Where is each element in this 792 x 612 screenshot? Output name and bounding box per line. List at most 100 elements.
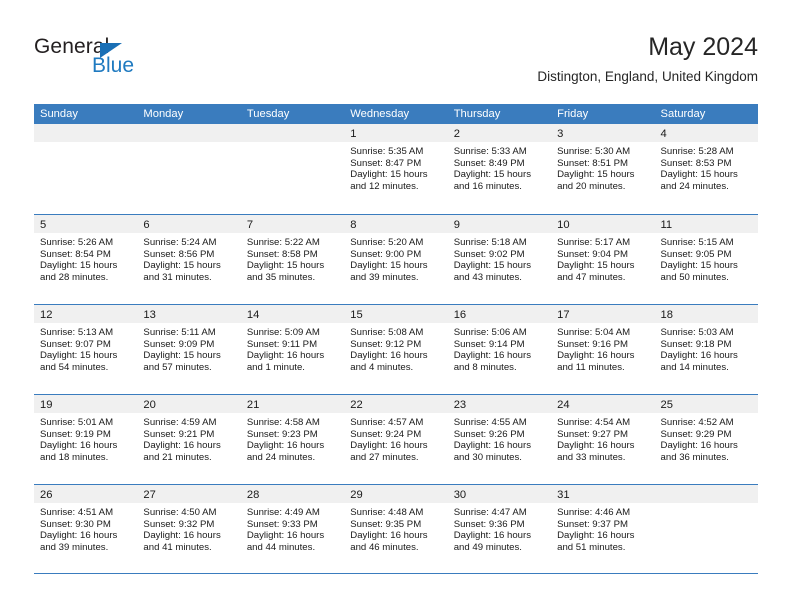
day-detail-block: Sunrise: 5:17 AM Sunset: 9:04 PM Daylight:… (551, 233, 654, 283)
weekday-header-thursday: Thursday (453, 108, 501, 120)
day-number-bar (240, 124, 345, 142)
day-number-bar: 2 (447, 124, 552, 142)
day-number-bar: 9 (447, 215, 552, 233)
day-detail-block: Sunrise: 4:55 AM Sunset: 9:26 PM Daylight:… (448, 413, 551, 463)
day-cell[interactable]: 30 Sunrise: 4:47 AM Sunset: 9:36 PM Dayligh… (447, 485, 552, 573)
day-cell[interactable]: 24 Sunrise: 4:54 AM Sunset: 9:27 PM Dayligh… (551, 395, 655, 484)
day-detail-line: Sunset: 9:27 PM (557, 428, 629, 440)
day-detail-line: Daylight: 15 hours (557, 260, 635, 272)
day-detail-line: Sunset: 9:35 PM (350, 518, 422, 530)
day-detail-line: Sunrise: 5:17 AM (557, 237, 631, 248)
day-detail-line: Sunset: 9:19 PM (40, 428, 111, 440)
day-detail-line: Daylight: 16 hours (40, 440, 118, 452)
day-detail-line: Sunrise: 4:49 AM (246, 507, 320, 518)
day-number-bar: 13 (137, 305, 241, 323)
day-cell[interactable]: 16 Sunrise: 5:06 AM Sunset: 9:14 PM Dayligh… (447, 305, 552, 394)
day-detail-line: Sunrise: 5:24 AM (143, 237, 217, 248)
day-detail-line: and 12 minutes. (350, 180, 419, 192)
weekday-header-monday: Monday (143, 108, 184, 120)
day-cell[interactable]: 20 Sunrise: 4:59 AM Sunset: 9:21 PM Dayligh… (137, 395, 241, 484)
day-cell[interactable]: 2 Sunrise: 5:33 AM Sunset: 8:49 PM Daylight… (447, 124, 552, 214)
day-detail-line: Sunset: 9:32 PM (143, 518, 215, 530)
day-cell[interactable]: 11 Sunrise: 5:15 AM Sunset: 9:05 PM Dayligh… (654, 215, 758, 304)
day-detail-block: Sunrise: 5:22 AM Sunset: 8:58 PM Daylight:… (241, 233, 344, 283)
day-number: 15 (350, 309, 363, 321)
day-number: 19 (40, 399, 53, 411)
day-detail-line: Sunrise: 4:55 AM (453, 417, 527, 428)
day-cell[interactable]: 18 Sunrise: 5:03 AM Sunset: 9:18 PM Dayligh… (654, 305, 758, 394)
day-cell[interactable]: 6 Sunrise: 5:24 AM Sunset: 8:56 PM Daylight… (137, 215, 241, 304)
day-detail-block: Sunrise: 4:57 AM Sunset: 9:24 PM Daylight:… (344, 413, 447, 463)
day-cell[interactable]: 5 Sunrise: 5:26 AM Sunset: 8:54 PM Daylight… (34, 215, 138, 304)
day-number-bar: 19 (34, 395, 138, 413)
day-cell[interactable]: 12 Sunrise: 5:13 AM Sunset: 9:07 PM Dayligh… (34, 305, 138, 394)
day-detail-line: and 21 minutes. (143, 451, 212, 463)
day-cell[interactable]: 1 Sunrise: 5:35 AM Sunset: 8:47 PM Daylight… (344, 124, 448, 214)
day-number: 18 (660, 309, 673, 321)
day-detail-line: Sunset: 8:56 PM (143, 248, 215, 260)
day-cell[interactable]: 27 Sunrise: 4:50 AM Sunset: 9:32 PM Dayligh… (137, 485, 241, 573)
day-cell[interactable]: 21 Sunrise: 4:58 AM Sunset: 9:23 PM Dayligh… (240, 395, 345, 484)
day-detail-line: and 46 minutes. (350, 541, 419, 553)
weeks-container: 1 Sunrise: 5:35 AM Sunset: 8:47 PM Daylight… (34, 124, 758, 574)
brand-logo[interactable]: General Blue (34, 32, 294, 88)
day-cell[interactable]: 26 Sunrise: 4:51 AM Sunset: 9:30 PM Dayligh… (34, 485, 138, 573)
day-cell[interactable]: 28 Sunrise: 4:49 AM Sunset: 9:33 PM Dayligh… (240, 485, 345, 573)
day-cell[interactable]: 8 Sunrise: 5:20 AM Sunset: 9:00 PM Daylight… (344, 215, 448, 304)
day-detail-line: Sunset: 8:51 PM (557, 157, 629, 169)
day-number-bar (654, 485, 758, 503)
day-number: 20 (143, 399, 156, 411)
day-detail-line: Sunrise: 4:58 AM (246, 417, 320, 428)
day-number: 7 (246, 219, 254, 231)
day-detail-line: Daylight: 16 hours (246, 530, 325, 542)
day-detail-line: Daylight: 16 hours (453, 440, 532, 452)
day-cell[interactable]: 10 Sunrise: 5:17 AM Sunset: 9:04 PM Dayligh… (551, 215, 655, 304)
day-cell[interactable]: 9 Sunrise: 5:18 AM Sunset: 9:02 PM Daylight… (447, 215, 552, 304)
day-detail-line: and 11 minutes. (557, 361, 625, 373)
day-detail-line: Sunrise: 5:33 AM (453, 146, 527, 157)
day-cell[interactable]: 22 Sunrise: 4:57 AM Sunset: 9:24 PM Dayligh… (344, 395, 448, 484)
week-row: 19 Sunrise: 5:01 AM Sunset: 9:19 PM Dayligh… (34, 394, 758, 484)
day-detail-line: Daylight: 16 hours (350, 530, 428, 542)
day-number: 28 (246, 489, 260, 501)
day-cell[interactable]: 23 Sunrise: 4:55 AM Sunset: 9:26 PM Dayligh… (447, 395, 552, 484)
day-detail-block: Sunrise: 5:33 AM Sunset: 8:49 PM Daylight:… (448, 142, 551, 192)
day-detail-line: Sunrise: 5:06 AM (453, 327, 527, 338)
day-detail-line: Daylight: 16 hours (557, 350, 635, 362)
day-cell[interactable]: 14 Sunrise: 5:09 AM Sunset: 9:11 PM Dayligh… (240, 305, 345, 394)
day-detail-line: Daylight: 16 hours (143, 440, 221, 452)
day-detail-line: and 30 minutes. (453, 451, 522, 463)
weekday-header-row: Sunday Monday Tuesday Wednesday Thursday Frid… (34, 104, 758, 124)
day-cell[interactable]: 29 Sunrise: 4:48 AM Sunset: 9:35 PM Dayligh… (344, 485, 448, 573)
day-detail-line: Daylight: 15 hours (557, 169, 635, 181)
day-detail-line: Daylight: 15 hours (40, 260, 118, 272)
day-number-bar: 6 (137, 215, 241, 233)
day-detail-line: Sunrise: 5:28 AM (660, 146, 734, 157)
day-number-bar: 17 (551, 305, 655, 323)
day-detail-line: Sunrise: 4:59 AM (143, 417, 217, 428)
day-detail-line: and 49 minutes. (453, 541, 522, 553)
day-number-bar: 30 (447, 485, 552, 503)
day-cell[interactable]: 31 Sunrise: 4:46 AM Sunset: 9:37 PM Dayligh… (551, 485, 655, 573)
day-number: 1 (350, 128, 357, 140)
day-cell[interactable]: 19 Sunrise: 5:01 AM Sunset: 9:19 PM Dayligh… (34, 395, 138, 484)
day-detail-line: Sunset: 9:18 PM (660, 338, 732, 350)
day-cell[interactable]: 15 Sunrise: 5:08 AM Sunset: 9:12 PM Dayligh… (344, 305, 448, 394)
day-detail-line: and 33 minutes. (557, 451, 626, 463)
day-cell[interactable]: 3 Sunrise: 5:30 AM Sunset: 8:51 PM Daylight… (551, 124, 655, 214)
day-detail-block: Sunrise: 5:06 AM Sunset: 9:14 PM Daylight:… (448, 323, 551, 373)
day-cell[interactable]: 4 Sunrise: 5:28 AM Sunset: 8:53 PM Daylight… (654, 124, 758, 214)
day-detail-line: Sunset: 8:53 PM (660, 157, 732, 169)
day-cell[interactable]: 13 Sunrise: 5:11 AM Sunset: 9:09 PM Dayligh… (137, 305, 241, 394)
day-cell[interactable]: 7 Sunrise: 5:22 AM Sunset: 8:58 PM Daylight… (240, 215, 345, 304)
day-detail-line: Daylight: 16 hours (40, 530, 118, 542)
day-number: 22 (350, 399, 363, 411)
day-detail-line: Daylight: 15 hours (143, 350, 221, 362)
day-number-bar: 31 (551, 485, 655, 503)
day-cell[interactable]: 17 Sunrise: 5:04 AM Sunset: 9:16 PM Dayligh… (551, 305, 655, 394)
page-header: General Blue May 2024 Distington, Englan… (34, 32, 758, 94)
day-detail-line: and 51 minutes. (557, 541, 626, 553)
day-detail-block: Sunrise: 5:20 AM Sunset: 9:00 PM Daylight:… (344, 233, 447, 283)
weekday-header-sunday: Sunday (40, 108, 78, 120)
day-cell[interactable]: 25 Sunrise: 4:52 AM Sunset: 9:29 PM Dayligh… (654, 395, 758, 484)
